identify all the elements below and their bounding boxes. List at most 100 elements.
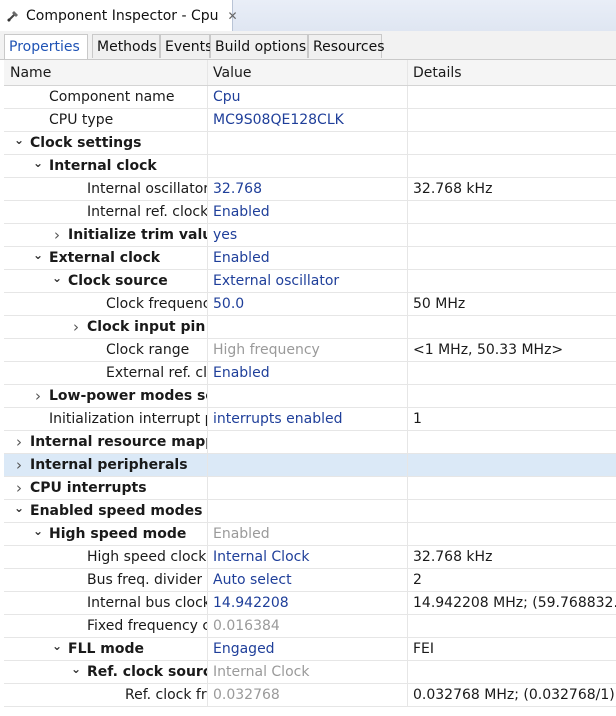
table-row[interactable]: ›Internal resource mappin xyxy=(4,431,616,454)
property-value[interactable]: 0.016384 xyxy=(208,615,408,637)
chevron-right-icon[interactable]: › xyxy=(69,318,83,336)
property-name-cell: CPU type xyxy=(4,109,208,131)
property-details xyxy=(408,615,616,637)
table-row[interactable]: Ref. clock freq.0.032768 0.032768 MHz; (0… xyxy=(4,684,616,707)
table-row[interactable]: Clock range High frequency <1 MHz, 50.33 M… xyxy=(4,339,616,362)
chevron-down-icon[interactable]: ⌄ xyxy=(31,248,45,262)
property-value[interactable]: Internal Clock xyxy=(208,546,408,568)
property-details: FEI xyxy=(413,641,435,657)
table-row[interactable]: External ref. clockEnabled xyxy=(4,362,616,385)
property-value[interactable]: External oscillator xyxy=(208,270,408,292)
property-details xyxy=(408,477,616,499)
chevron-down-icon[interactable]: ⌄ xyxy=(50,271,64,285)
table-row[interactable]: CPU type MC9S08QE128CLK xyxy=(4,109,616,132)
property-value[interactable] xyxy=(208,385,408,407)
property-value[interactable] xyxy=(208,155,408,177)
property-name-cell: › Initialize trim value xyxy=(4,224,208,246)
property-value[interactable]: 0.032768 xyxy=(208,684,408,706)
property-name-cell: › Clock input pin xyxy=(4,316,208,338)
property-value[interactable]: Enabled xyxy=(208,523,408,545)
property-value[interactable]: Internal Clock xyxy=(208,661,408,683)
tab-methods[interactable]: Methods xyxy=(92,34,160,58)
property-details xyxy=(408,132,616,154)
property-name-cell: › Internal peripherals xyxy=(4,454,208,476)
close-icon[interactable]: ✕ xyxy=(228,9,238,23)
table-row[interactable]: ⌄ Internal clock xyxy=(4,155,616,178)
tab-events[interactable]: Events xyxy=(160,34,212,58)
table-row[interactable]: Fixed frequency clocl0.016384 xyxy=(4,615,616,638)
table-row[interactable]: High speed clock Internal Clock 32.768 kHz xyxy=(4,546,616,569)
property-name: Component name xyxy=(49,89,175,105)
property-value[interactable]: 14.942208 xyxy=(208,592,408,614)
property-value[interactable]: interrupts enabled xyxy=(208,408,408,430)
property-details: 14.942208 MHz; (59.768832... xyxy=(413,595,616,611)
property-value[interactable]: Cpu xyxy=(208,86,408,108)
property-name-cell: ⌄ Ref. clock source xyxy=(4,661,208,683)
property-value[interactable]: Enabled xyxy=(208,247,408,269)
chevron-down-icon[interactable]: ⌄ xyxy=(12,133,26,147)
property-value[interactable]: yes xyxy=(208,224,408,246)
chevron-down-icon[interactable]: ⌄ xyxy=(31,524,45,538)
property-value[interactable]: Enabled xyxy=(208,201,408,223)
property-value[interactable]: 32.768 xyxy=(208,178,408,200)
chevron-down-icon[interactable]: ⌄ xyxy=(69,662,83,676)
property-name-cell: › Low-power modes set xyxy=(4,385,208,407)
chevron-down-icon[interactable]: ⌄ xyxy=(31,156,45,170)
chevron-right-icon[interactable]: › xyxy=(12,456,26,474)
tab-properties[interactable]: Properties xyxy=(4,34,88,59)
property-value[interactable]: Enabled xyxy=(208,362,408,384)
property-value[interactable]: 50.0 xyxy=(208,293,408,315)
table-row[interactable]: Internal oscillator fre32.768 32.768 kHz xyxy=(4,178,616,201)
property-details xyxy=(408,270,616,292)
chevron-down-icon[interactable]: ⌄ xyxy=(12,501,26,515)
table-row[interactable]: › Initialize trim value yes xyxy=(4,224,616,247)
table-row[interactable]: ⌄ Ref. clock sourceInternal Clock xyxy=(4,661,616,684)
chevron-right-icon[interactable]: › xyxy=(31,387,45,405)
column-header-details[interactable]: Details xyxy=(408,60,616,85)
table-row[interactable]: Internal bus clock 14.942208 14.942208 MHz… xyxy=(4,592,616,615)
table-row[interactable]: ⌄ FLL mode Engaged FEI xyxy=(4,638,616,661)
property-value[interactable] xyxy=(208,431,408,453)
table-row[interactable]: › Low-power modes set xyxy=(4,385,616,408)
property-name-cell: Internal oscillator fre xyxy=(4,178,208,200)
tab-resources[interactable]: Resources xyxy=(308,34,385,58)
property-name: External clock xyxy=(49,250,161,266)
property-name: Internal oscillator fre xyxy=(87,181,207,197)
column-header-name[interactable]: Name xyxy=(4,60,208,85)
property-name-cell: ›Internal resource mappin xyxy=(4,431,208,453)
table-row[interactable]: Initialization interrupt priointerrupts … xyxy=(4,408,616,431)
table-row[interactable]: › Internal peripherals xyxy=(4,454,616,477)
property-value[interactable]: Auto select xyxy=(208,569,408,591)
property-value[interactable] xyxy=(208,316,408,338)
chevron-right-icon[interactable]: › xyxy=(12,479,26,497)
chevron-down-icon[interactable]: ⌄ xyxy=(50,639,64,653)
property-value[interactable]: MC9S08QE128CLK xyxy=(208,109,408,131)
table-row[interactable]: Component name Cpu xyxy=(4,86,616,109)
property-name: Clock range xyxy=(106,342,190,358)
table-row[interactable]: › Clock input pin xyxy=(4,316,616,339)
column-header-value[interactable]: Value xyxy=(208,60,408,85)
property-details xyxy=(408,155,616,177)
table-row[interactable]: ⌄ Enabled speed modes xyxy=(4,500,616,523)
tab-build-options[interactable]: Build options xyxy=(210,34,308,58)
table-row[interactable]: ⌄ Clock source External oscillator xyxy=(4,270,616,293)
component-inspector-tab[interactable]: Component Inspector - Cpu ✕ xyxy=(0,0,238,31)
table-row[interactable]: ⌄ High speed mode Enabled xyxy=(4,523,616,546)
property-value[interactable] xyxy=(208,454,408,476)
property-value[interactable] xyxy=(208,477,408,499)
table-row[interactable]: Bus freq. divider Auto select 2 xyxy=(4,569,616,592)
property-details xyxy=(408,454,616,476)
chevron-right-icon[interactable]: › xyxy=(50,226,64,244)
table-row[interactable]: Clock frequency [M50.0 50 MHz xyxy=(4,293,616,316)
property-value[interactable]: Engaged xyxy=(208,638,408,660)
table-row[interactable]: › CPU interrupts xyxy=(4,477,616,500)
table-row[interactable]: Internal ref. clock forEnabled xyxy=(4,201,616,224)
property-value[interactable]: High frequency xyxy=(208,339,408,361)
property-value[interactable] xyxy=(208,500,408,522)
table-row[interactable]: ⌄ Clock settings xyxy=(4,132,616,155)
property-details xyxy=(408,385,616,407)
property-value[interactable] xyxy=(208,132,408,154)
chevron-right-icon[interactable]: › xyxy=(12,433,26,451)
table-row[interactable]: ⌄ External clock Enabled xyxy=(4,247,616,270)
property-name: FLL mode xyxy=(68,641,145,657)
